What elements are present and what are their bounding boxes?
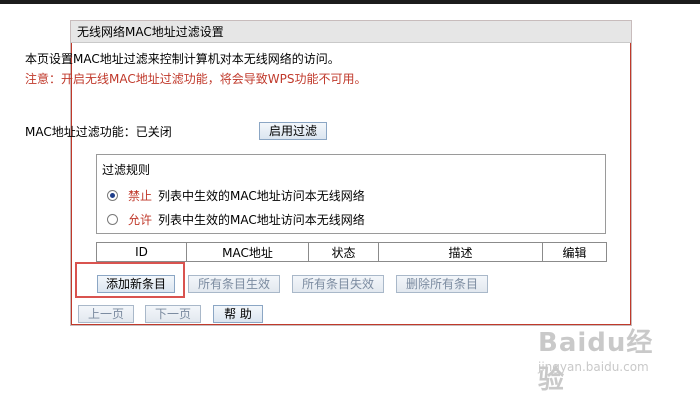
rule-option-deny[interactable]: 禁止 列表中生效的MAC地址访问本无线网络 xyxy=(107,187,365,204)
table-header-row: ID MAC地址 状态 描述 编辑 xyxy=(96,242,607,262)
filter-rules-group: 过滤规则 禁止 列表中生效的MAC地址访问本无线网络 允许 列表中生效的MAC地… xyxy=(96,154,606,234)
filter-status-label: MAC地址过滤功能：已关闭 xyxy=(25,125,172,139)
filter-rules-title: 过滤规则 xyxy=(102,163,151,177)
add-entry-button[interactable]: 添加新条目 xyxy=(97,275,175,293)
column-id: ID xyxy=(96,242,187,262)
rule-allow-text: 列表中生效的MAC地址访问本无线网络 xyxy=(158,213,365,227)
enable-all-button[interactable]: 所有条目生效 xyxy=(188,275,280,293)
warning-note: 注意：开启无线MAC地址过滤功能，将会导致WPS功能不可用。 xyxy=(25,72,367,86)
delete-all-button[interactable]: 删除所有条目 xyxy=(396,275,488,293)
enable-filter-button[interactable]: 启用过滤 xyxy=(259,122,327,140)
rule-deny-text: 列表中生效的MAC地址访问本无线网络 xyxy=(158,189,365,203)
rule-allow-keyword: 允许 xyxy=(128,213,153,227)
panel-title: 无线网络MAC地址过滤设置 xyxy=(71,21,631,43)
baidu-watermark: Baidu经验 jingyan.baidu.com xyxy=(538,322,668,395)
rule-option-allow[interactable]: 允许 列表中生效的MAC地址访问本无线网络 xyxy=(107,211,365,228)
rule-deny-keyword: 禁止 xyxy=(128,189,153,203)
radio-deny[interactable] xyxy=(107,190,118,201)
watermark-url: jingyan.baidu.com xyxy=(538,360,649,374)
help-button[interactable]: 帮 助 xyxy=(213,305,263,323)
disable-all-button[interactable]: 所有条目失效 xyxy=(292,275,384,293)
column-edit: 编辑 xyxy=(542,242,607,262)
watermark-logo: Baidu经验 xyxy=(538,328,654,395)
page-description: 本页设置MAC地址过滤来控制计算机对本无线网络的访问。 xyxy=(25,52,340,66)
radio-allow[interactable] xyxy=(107,214,118,225)
window-top-bar xyxy=(0,0,700,4)
prev-page-button[interactable]: 上一页 xyxy=(78,305,134,323)
mac-list-table: ID MAC地址 状态 描述 编辑 xyxy=(96,242,607,262)
next-page-button[interactable]: 下一页 xyxy=(145,305,201,323)
column-description: 描述 xyxy=(378,242,543,262)
column-mac: MAC地址 xyxy=(186,242,309,262)
column-status: 状态 xyxy=(308,242,379,262)
